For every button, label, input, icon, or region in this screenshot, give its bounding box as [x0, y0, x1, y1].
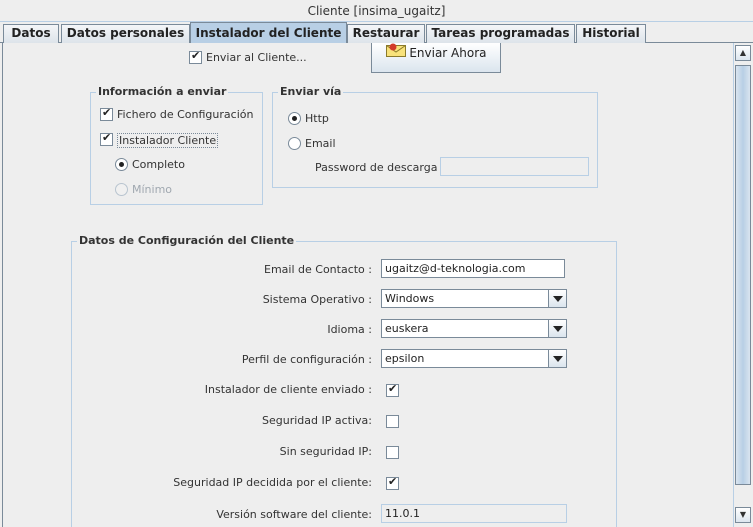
tab-tareas-programadas[interactable]: Tareas programadas [426, 24, 575, 43]
ip-security-checkbox[interactable] [386, 415, 399, 428]
window-title: Cliente [insima_ugaitz] [0, 0, 753, 22]
send-to-client-checkbox[interactable] [189, 49, 202, 64]
client-version-label: Versión software del cliente: [216, 508, 372, 521]
contact-email-field[interactable]: ugaitz@d-teknologia.com [381, 259, 565, 278]
os-label: Sistema Operativo : [262, 293, 372, 306]
config-file-label: Fichero de Configuración [117, 108, 254, 121]
config-profile-select-value: epsilon [385, 352, 425, 365]
no-ip-security-label: Sin seguridad IP: [279, 445, 372, 458]
contact-email-label: Email de Contacto : [264, 263, 372, 276]
minimum-label: Mínimo [132, 183, 173, 196]
http-radio[interactable] [288, 112, 301, 125]
info-to-send-group: Información a enviar Fichero de Configur… [90, 85, 263, 205]
language-label: Idioma : [327, 323, 372, 336]
os-select-value: Windows [385, 292, 435, 305]
ip-security-label: Seguridad IP activa: [262, 414, 372, 427]
scroll-up-icon[interactable]: ▲ [735, 45, 751, 61]
email-label: Email [305, 137, 336, 150]
chevron-down-icon[interactable] [548, 320, 566, 337]
no-ip-security-checkbox[interactable] [386, 446, 399, 459]
send-now-button[interactable]: Enviar Ahora [371, 43, 501, 73]
email-radio[interactable] [288, 137, 301, 150]
scroll-down-icon[interactable]: ▼ [735, 507, 751, 523]
client-config-group: Datos de Configuración del Cliente Email… [71, 234, 617, 527]
send-via-group: Enviar vía Http Email Password de descar… [272, 85, 598, 188]
download-password-label: Password de descarga [315, 161, 438, 174]
config-profile-label: Perfil de configuración : [241, 353, 372, 366]
info-to-send-title: Información a enviar [96, 85, 229, 98]
download-password-field[interactable] [440, 157, 589, 176]
ip-client-decided-label: Seguridad IP decidida por el cliente: [173, 476, 372, 489]
client-installer-label: Instalador Cliente [117, 133, 219, 148]
config-file-checkbox[interactable] [100, 106, 113, 121]
ip-client-decided-checkbox[interactable] [386, 475, 399, 490]
chevron-down-icon[interactable] [548, 350, 566, 367]
complete-label: Completo [132, 158, 185, 171]
send-now-label: Enviar Ahora [409, 46, 487, 60]
complete-radio[interactable] [115, 158, 128, 171]
os-select[interactable]: Windows [381, 289, 567, 308]
tab-historial[interactable]: Historial [576, 24, 646, 43]
config-profile-select[interactable]: epsilon [381, 349, 567, 368]
tab-datos[interactable]: Datos [3, 24, 59, 43]
installer-sent-checkbox[interactable] [386, 382, 399, 397]
send-via-title: Enviar vía [278, 85, 344, 98]
tab-instalador-del-cliente[interactable]: Instalador del Cliente [190, 22, 347, 44]
http-label: Http [305, 112, 329, 125]
client-installer-checkbox[interactable] [100, 131, 113, 146]
tab-datos-personales[interactable]: Datos personales [61, 24, 190, 43]
envelope-icon [385, 43, 406, 57]
client-config-title: Datos de Configuración del Cliente [77, 234, 297, 247]
language-select[interactable]: euskera [381, 319, 567, 338]
tab-bar: Datos Datos personales Instalador del Cl… [0, 22, 753, 44]
language-select-value: euskera [385, 322, 429, 335]
client-version-field: 11.0.1 [381, 504, 567, 523]
send-to-client-label: Enviar al Cliente... [206, 51, 307, 64]
vertical-scrollbar[interactable]: ▲ ▼ [733, 43, 751, 527]
chevron-down-icon[interactable] [548, 290, 566, 307]
tab-restaurar[interactable]: Restaurar [347, 24, 425, 43]
minimum-radio [115, 183, 128, 196]
installer-sent-label: Instalador de cliente enviado : [204, 383, 372, 396]
scrollbar-thumb[interactable] [735, 65, 751, 485]
installer-panel: Enviar al Cliente... Enviar Ahora Inform… [2, 43, 733, 527]
